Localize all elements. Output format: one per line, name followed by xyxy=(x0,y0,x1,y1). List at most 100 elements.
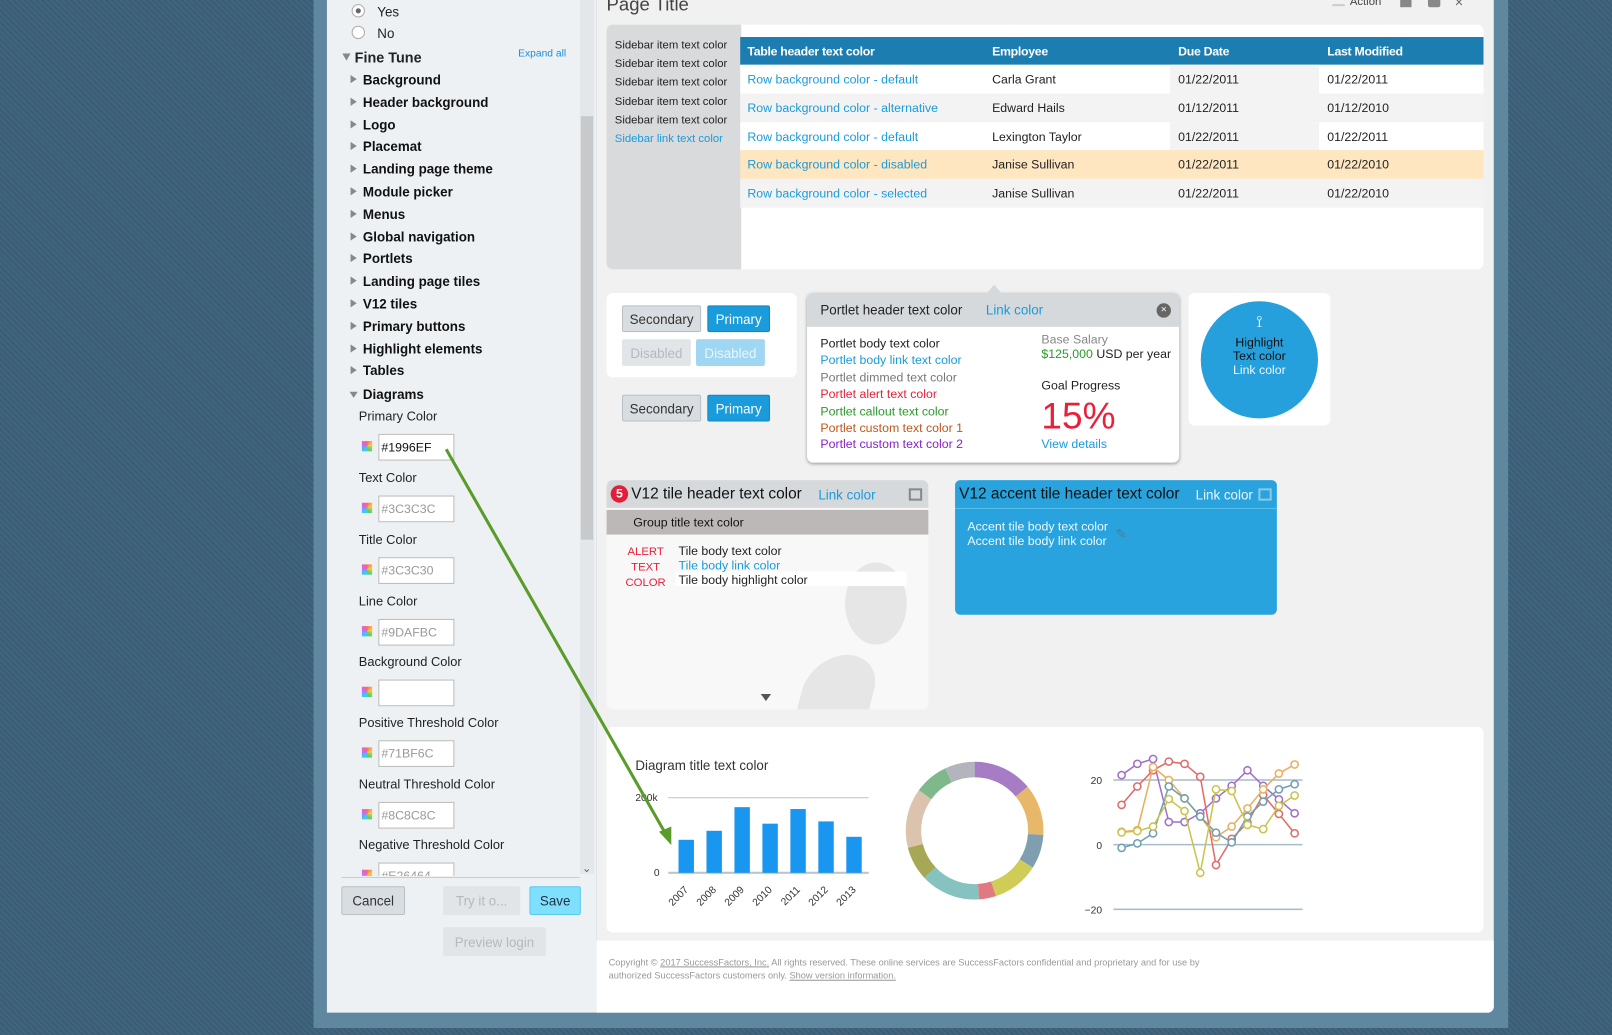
primary-button[interactable]: Primary xyxy=(707,394,771,422)
data-point[interactable] xyxy=(1211,784,1221,794)
data-point[interactable] xyxy=(1132,782,1142,791)
data-point[interactable] xyxy=(1164,817,1174,827)
data-point[interactable] xyxy=(1117,827,1126,837)
x-tick-label: 2012 xyxy=(807,884,831,908)
y-tick-label: 20 xyxy=(1091,776,1103,787)
theme-sidebar-link[interactable]: Sidebar link text color xyxy=(615,133,723,145)
data-point[interactable] xyxy=(1290,828,1300,838)
donut-slice[interactable] xyxy=(924,867,979,900)
table-cell[interactable]: Row background color - default xyxy=(747,129,918,143)
data-point[interactable] xyxy=(1117,800,1126,810)
data-point[interactable] xyxy=(1227,838,1237,847)
y-tick-label: −20 xyxy=(1085,905,1103,916)
data-point[interactable] xyxy=(1117,843,1126,853)
bar[interactable] xyxy=(762,823,778,873)
x-tick-label: 2007 xyxy=(667,884,691,908)
line-series xyxy=(1121,760,1296,868)
table-cell: Janise Sullivan xyxy=(992,186,1075,201)
data-point[interactable] xyxy=(1290,760,1300,769)
bar[interactable] xyxy=(678,839,694,873)
data-point[interactable] xyxy=(1164,794,1174,804)
data-point[interactable] xyxy=(1290,808,1300,818)
primary-button[interactable]: Primary xyxy=(707,305,771,333)
data-point[interactable] xyxy=(1148,754,1158,764)
data-point[interactable] xyxy=(1132,759,1142,769)
data-point[interactable] xyxy=(1132,838,1142,848)
secondary-button[interactable]: Secondary xyxy=(621,305,702,333)
bar[interactable] xyxy=(706,830,722,873)
data-point[interactable] xyxy=(1148,822,1158,831)
data-point[interactable] xyxy=(1243,804,1252,813)
x-tick-label: 2010 xyxy=(751,884,775,908)
portlet-line: Portlet alert text color xyxy=(820,386,937,402)
table-row[interactable]: Row background color - default Carla Gran… xyxy=(740,64,1484,94)
data-point[interactable] xyxy=(1243,820,1252,830)
data-point[interactable] xyxy=(1243,765,1252,775)
portlet-line[interactable]: Portlet body link text color xyxy=(820,352,961,369)
table-cell: 01/22/2011 xyxy=(1178,129,1239,144)
data-point[interactable] xyxy=(1227,822,1237,831)
save-button[interactable]: Save xyxy=(529,886,581,915)
table-cell: Carla Grant xyxy=(992,71,1056,87)
table-cell[interactable]: Row background color - alternative xyxy=(747,101,938,115)
table-cell: 01/22/2011 xyxy=(1327,129,1389,144)
copyright-link[interactable]: 2017 SuccessFactors, Inc. xyxy=(660,957,769,967)
y-tick-label: 200k xyxy=(635,793,658,804)
table-cell[interactable]: Row background color - disabled xyxy=(747,158,927,172)
table-row[interactable]: Row background color - selected Janise Su… xyxy=(740,179,1484,208)
data-point[interactable] xyxy=(1195,812,1205,821)
portlet-line: Portlet callout text color xyxy=(820,403,949,419)
x-tick-label: 2008 xyxy=(695,884,719,908)
theme-sidebar-item[interactable]: Sidebar item text color xyxy=(615,39,728,51)
data-point[interactable] xyxy=(1180,759,1189,769)
table-row[interactable]: Row background color - disabled Janise Su… xyxy=(740,150,1484,180)
data-point[interactable] xyxy=(1258,797,1268,807)
donut-slice[interactable] xyxy=(1015,786,1044,835)
data-point[interactable] xyxy=(1180,806,1189,816)
x-tick-label: 2009 xyxy=(723,884,747,908)
cancel-button[interactable]: Cancel xyxy=(341,886,406,915)
theme-sidebar-item[interactable]: Sidebar item text color xyxy=(615,114,728,126)
data-point[interactable] xyxy=(1274,784,1284,794)
table-cell[interactable]: Row background color - selected xyxy=(747,186,927,200)
data-point[interactable] xyxy=(1274,769,1284,778)
theme-sidebar-item[interactable]: Sidebar item text color xyxy=(615,76,728,88)
data-point[interactable] xyxy=(1258,824,1268,834)
data-point[interactable] xyxy=(1258,784,1268,794)
table-row[interactable]: Row background color - default Lexington … xyxy=(740,121,1484,151)
data-point[interactable] xyxy=(1195,772,1205,782)
table-cell: 01/22/2011 xyxy=(1178,186,1239,201)
data-point[interactable] xyxy=(1290,779,1300,789)
data-point[interactable] xyxy=(1227,786,1237,796)
data-point[interactable] xyxy=(1164,757,1174,766)
data-point[interactable] xyxy=(1274,809,1284,819)
theme-sidebar-item[interactable]: Sidebar item text color xyxy=(615,95,728,107)
preview-login-button[interactable]: Preview login xyxy=(443,927,546,957)
bar[interactable] xyxy=(734,807,750,873)
data-point[interactable] xyxy=(1290,791,1300,800)
version-info-link[interactable]: Show version information. xyxy=(789,970,895,980)
theme-sidebar-item[interactable]: Sidebar item text color xyxy=(615,58,728,70)
bar[interactable] xyxy=(790,809,806,873)
x-tick-label: 2013 xyxy=(835,884,859,908)
data-point[interactable] xyxy=(1180,794,1189,803)
donut-slice[interactable] xyxy=(974,761,1028,797)
table-cell: Janise Sullivan xyxy=(992,157,1075,173)
data-point[interactable] xyxy=(1117,770,1126,780)
data-point[interactable] xyxy=(1148,762,1158,772)
x-tick-label: 2011 xyxy=(779,884,803,908)
try-it-button[interactable]: Try it o... xyxy=(443,886,521,915)
table-row[interactable]: Row background color - alternative Edward… xyxy=(740,93,1484,123)
data-point[interactable] xyxy=(1132,826,1142,836)
data-point[interactable] xyxy=(1195,868,1205,878)
bar[interactable] xyxy=(818,821,834,873)
data-point[interactable] xyxy=(1211,828,1221,838)
bar[interactable] xyxy=(846,836,862,873)
table-cell[interactable]: Row background color - default xyxy=(747,72,918,86)
secondary-button[interactable]: Secondary xyxy=(621,394,702,422)
data-point[interactable] xyxy=(1211,860,1221,870)
data-point[interactable] xyxy=(1164,782,1174,791)
data-point[interactable] xyxy=(1274,801,1284,811)
donut-slice[interactable] xyxy=(991,859,1033,897)
donut-slice[interactable] xyxy=(905,790,932,848)
